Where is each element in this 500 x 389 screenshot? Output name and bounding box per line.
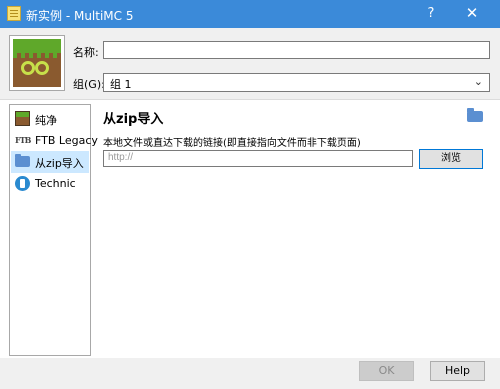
grass-block-icon xyxy=(15,111,30,126)
help-title-button[interactable]: ? xyxy=(424,6,438,21)
sidebar-item-zip-import[interactable]: 从zip导入 xyxy=(11,151,89,173)
help-button[interactable]: Help xyxy=(430,361,485,381)
sidebar-item-label: 从zip导入 xyxy=(35,157,84,170)
sidebar-item-label: 纯净 xyxy=(35,114,57,127)
browse-button[interactable]: 浏览 xyxy=(419,149,483,169)
page-title: 从zip导入 xyxy=(103,112,164,127)
group-label: 组(G): xyxy=(73,78,105,91)
sidebar-item-label: FTB Legacy xyxy=(35,134,98,147)
title-bar: 新实例 - MultiMC 5 ? ✕ xyxy=(0,0,500,28)
url-hint: 本地文件或直达下载的链接(即直接指向文件而非下载页面) xyxy=(103,138,361,149)
folder-icon xyxy=(15,154,30,167)
close-button[interactable]: ✕ xyxy=(465,4,479,22)
folder-icon xyxy=(467,108,483,122)
name-input[interactable] xyxy=(103,41,490,59)
group-value: 组 1 xyxy=(110,78,132,91)
sidebar-item-vanilla[interactable]: 纯净 xyxy=(11,108,89,130)
notepad-icon xyxy=(7,6,21,21)
technic-icon xyxy=(15,176,30,191)
divider xyxy=(0,99,500,100)
group-select[interactable]: 组 1 ⌄ xyxy=(103,73,490,92)
sidebar-item-ftb-legacy[interactable]: FTB FTB Legacy xyxy=(11,130,98,152)
footer xyxy=(0,358,500,389)
window-title: 新实例 - MultiMC 5 xyxy=(26,9,134,23)
sidebar-item-label: Technic xyxy=(35,177,76,190)
ftb-logo-icon: FTB xyxy=(15,135,31,145)
name-label: 名称: xyxy=(73,46,99,59)
ok-button[interactable]: OK xyxy=(359,361,414,381)
instance-icon-button[interactable] xyxy=(9,35,65,91)
sidebar-item-technic[interactable]: Technic xyxy=(11,173,89,195)
chevron-down-icon: ⌄ xyxy=(473,75,483,88)
infinity-grass-icon xyxy=(13,39,61,87)
source-sidebar: 纯净 FTB FTB Legacy 从zip导入 Technic xyxy=(9,104,98,356)
url-input[interactable]: http:// xyxy=(103,150,413,167)
zip-import-page: 从zip导入 本地文件或直达下载的链接(即直接指向文件而非下载页面) http:… xyxy=(97,104,494,356)
